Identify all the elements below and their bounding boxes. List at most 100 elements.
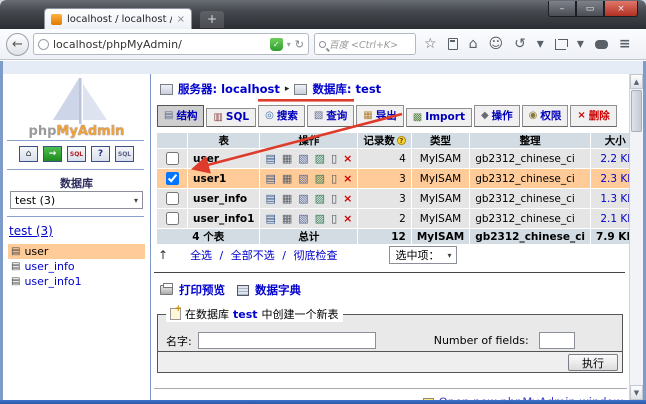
- tab-search[interactable]: ◎搜索: [258, 105, 305, 127]
- insert-icon[interactable]: ▨: [315, 193, 325, 204]
- cell-size[interactable]: 2.2 KB: [591, 149, 629, 168]
- undo-caret-icon[interactable]: ▾: [537, 37, 544, 51]
- structure-icon[interactable]: ▦: [282, 153, 292, 164]
- url-text[interactable]: localhost/phpMyAdmin/: [53, 38, 266, 51]
- row-checkbox[interactable]: [166, 152, 179, 165]
- search-placeholder[interactable]: 百度 <Ctrl+K>: [329, 37, 398, 51]
- breadcrumb-server-link[interactable]: 服务器: localhost: [178, 81, 280, 97]
- home-icon[interactable]: ⌂: [19, 146, 38, 162]
- print-preview-link[interactable]: 打印预览: [179, 282, 225, 298]
- tab-drop[interactable]: ×删除: [570, 105, 616, 127]
- minimize-button[interactable]: –: [548, 1, 576, 17]
- home-icon[interactable]: ⌂: [469, 37, 478, 51]
- screenshot-caret-icon[interactable]: ▾: [577, 37, 584, 51]
- search-icon[interactable]: ▧: [298, 193, 308, 204]
- drop-icon[interactable]: ×: [343, 173, 352, 184]
- url-bar[interactable]: localhost/phpMyAdmin/ ✓ ▾ ↻: [33, 33, 309, 55]
- tab-operations[interactable]: ◆操作: [474, 105, 520, 127]
- restore-button[interactable]: ▭: [576, 1, 604, 17]
- table-name-input[interactable]: [198, 332, 376, 349]
- phpmyadmin-logo[interactable]: phpMyAdmin: [3, 76, 150, 139]
- sidebar-database-link[interactable]: test (3): [9, 224, 53, 238]
- structure-icon[interactable]: ▦: [282, 213, 292, 224]
- browse-icon[interactable]: ▤: [265, 193, 275, 204]
- row-checkbox[interactable]: [166, 212, 179, 225]
- search-bar[interactable]: 百度 <Ctrl+K>: [314, 33, 416, 55]
- reload-icon[interactable]: ↻: [295, 38, 304, 51]
- chat-icon[interactable]: [595, 40, 608, 49]
- cell-size[interactable]: 1.3 KB: [591, 189, 629, 208]
- check-all-link[interactable]: 全选: [190, 249, 212, 262]
- scrollbar-thumb[interactable]: [631, 90, 642, 132]
- browse-icon[interactable]: ▤: [265, 173, 275, 184]
- cell-table-name[interactable]: user_info: [188, 189, 259, 208]
- close-button[interactable]: ×: [604, 1, 638, 17]
- row-checkbox[interactable]: [166, 172, 179, 185]
- browse-icon[interactable]: ▤: [265, 153, 275, 164]
- help-icon[interactable]: ?: [91, 146, 110, 162]
- cell-table-name[interactable]: user_info1: [188, 209, 259, 228]
- browse-icon[interactable]: ▤: [265, 213, 275, 224]
- url-dropdown-icon[interactable]: ▾: [287, 40, 291, 49]
- empty-icon[interactable]: ▯: [331, 213, 337, 224]
- feedback-icon[interactable]: ☺: [488, 37, 503, 51]
- fields-count-input[interactable]: [539, 332, 575, 349]
- cell-size[interactable]: 2.3 KB: [591, 169, 629, 188]
- records-hint-icon[interactable]: ?: [397, 136, 406, 145]
- insert-icon[interactable]: ▨: [315, 213, 325, 224]
- database-select[interactable]: test (3) ▾: [10, 191, 143, 209]
- tab-privileges[interactable]: ◉权限: [522, 105, 569, 127]
- drop-icon[interactable]: ×: [343, 193, 352, 204]
- new-tab-button[interactable]: +: [200, 11, 224, 28]
- cell-size[interactable]: 2.1 KB: [591, 209, 629, 228]
- query-window-icon[interactable]: SQL: [115, 146, 134, 162]
- insert-icon[interactable]: ▨: [315, 153, 325, 164]
- search-icon[interactable]: ▧: [298, 153, 308, 164]
- tab-structure[interactable]: ▤结构: [157, 105, 204, 127]
- menu-icon[interactable]: ≡: [619, 37, 631, 51]
- search-icon[interactable]: ▧: [298, 173, 308, 184]
- breadcrumb-database-link[interactable]: 数据库: test: [312, 81, 381, 97]
- search-icon[interactable]: ▧: [298, 213, 308, 224]
- screenshot-icon[interactable]: [555, 39, 566, 50]
- legend-database-link[interactable]: test: [233, 308, 258, 321]
- tab-close-icon[interactable]: ×: [177, 14, 185, 25]
- check-overhead-link[interactable]: 彻底检查: [293, 249, 337, 262]
- vertical-scrollbar[interactable]: ▲ ▼: [629, 74, 643, 400]
- cell-table-name[interactable]: user: [188, 149, 259, 168]
- browser-tab[interactable]: localhost / localhost / te... ×: [44, 8, 192, 29]
- back-button[interactable]: ←: [6, 33, 29, 56]
- row-checkbox[interactable]: [166, 192, 179, 205]
- show-bookmarks-icon[interactable]: [448, 38, 458, 50]
- tab-sql[interactable]: ▥SQL: [206, 108, 256, 127]
- empty-icon[interactable]: ▯: [331, 193, 337, 204]
- empty-icon[interactable]: ▯: [331, 153, 337, 164]
- undo-icon[interactable]: ↺: [514, 37, 526, 51]
- drop-icon[interactable]: ×: [343, 213, 352, 224]
- insert-icon[interactable]: ▨: [315, 173, 325, 184]
- table-icon: ▤: [11, 246, 20, 257]
- tab-export[interactable]: ▦导出: [356, 105, 403, 127]
- data-dictionary-link[interactable]: 数据字典: [255, 282, 301, 298]
- structure-icon[interactable]: ▦: [282, 193, 292, 204]
- tab-query[interactable]: ▧查询: [307, 105, 354, 127]
- with-selected-select[interactable]: 选中项： ▾: [389, 246, 457, 264]
- scroll-up-icon[interactable]: ▲: [630, 74, 643, 89]
- empty-icon[interactable]: ▯: [331, 173, 337, 184]
- bookmark-star-icon[interactable]: ☆: [424, 37, 437, 51]
- go-button[interactable]: 执行: [568, 354, 618, 371]
- sidebar-item-user[interactable]: ▤user: [8, 244, 145, 259]
- structure-icon[interactable]: ▦: [282, 173, 292, 184]
- cell-table-name[interactable]: user1: [188, 169, 259, 188]
- uncheck-all-link[interactable]: 全部不选: [231, 249, 275, 262]
- tab-import[interactable]: ▩Import: [406, 108, 472, 127]
- cell-type: MyISAM: [412, 189, 469, 208]
- sidebar-item-user_info[interactable]: ▤user_info: [8, 259, 145, 274]
- sidebar-item-user_info1[interactable]: ▤user_info1: [8, 274, 145, 289]
- scroll-down-icon[interactable]: ▼: [630, 385, 643, 400]
- logout-icon[interactable]: →: [43, 146, 62, 162]
- security-shield-icon[interactable]: ✓: [270, 38, 283, 51]
- sql-icon[interactable]: SQL: [67, 146, 86, 162]
- drop-icon[interactable]: ×: [343, 153, 352, 164]
- logo-text: phpMyAdmin: [3, 124, 150, 139]
